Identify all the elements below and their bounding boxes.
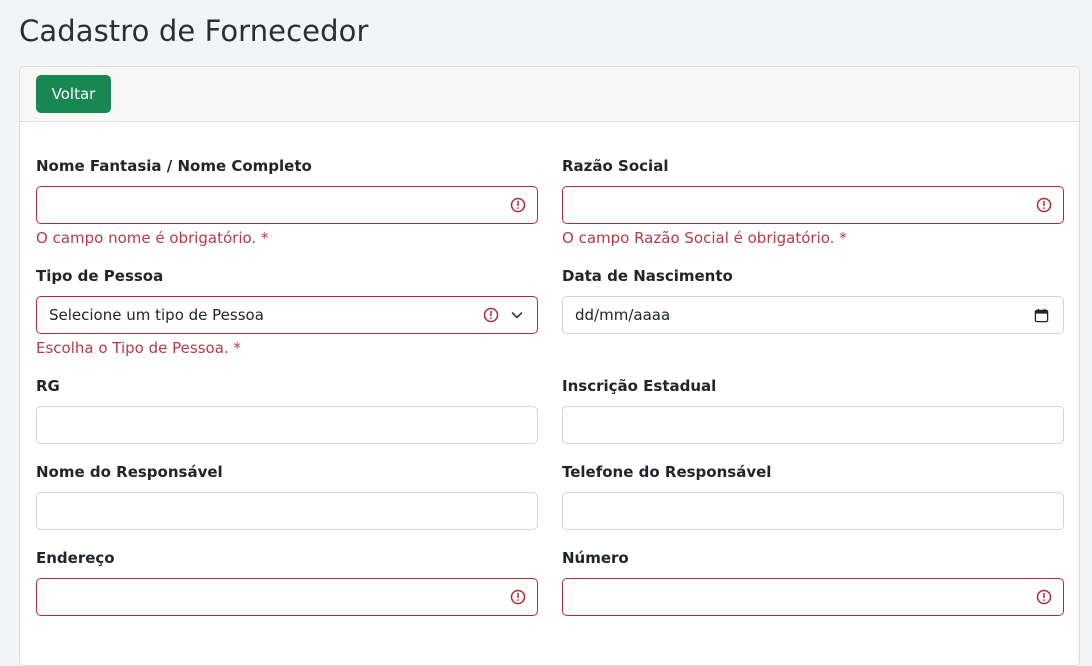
razao-error: O campo Razão Social é obrigatório. * [562, 229, 847, 247]
ie-input[interactable] [562, 406, 1064, 444]
razao-field: Razão Social O campo Razão Social é obri… [562, 156, 1064, 248]
nascimento-field: Data de Nascimento dd/mm/aaaa [562, 266, 1064, 334]
form-card: Voltar Nome Fantasia / Nome Completo O c… [19, 66, 1080, 666]
alert-circle-icon [483, 307, 499, 323]
page-title: Cadastro de Fornecedor [19, 14, 369, 48]
nascimento-label: Data de Nascimento [562, 267, 733, 285]
numero-input[interactable] [562, 578, 1064, 616]
endereco-label: Endereço [36, 549, 115, 567]
razao-label: Razão Social [562, 157, 669, 175]
calendar-icon[interactable] [1034, 308, 1049, 323]
razao-input[interactable] [562, 186, 1064, 224]
telefone-label: Telefone do Responsável [562, 463, 772, 481]
telefone-field: Telefone do Responsável [562, 462, 1064, 530]
responsavel-label: Nome do Responsável [36, 463, 223, 481]
tipo-field: Tipo de Pessoa Selecione um tipo de Pess… [36, 266, 538, 358]
tipo-error: Escolha o Tipo de Pessoa. * [36, 339, 241, 357]
endereco-field: Endereço [36, 548, 538, 616]
responsavel-input[interactable] [36, 492, 538, 530]
ie-field: Inscrição Estadual [562, 376, 1064, 444]
numero-field: Número [562, 548, 1064, 616]
back-button[interactable]: Voltar [36, 75, 111, 113]
nome-error: O campo nome é obrigatório. * [36, 229, 269, 247]
nome-input[interactable] [36, 186, 538, 224]
chevron-down-icon [511, 312, 523, 319]
card-header: Voltar [20, 67, 1079, 122]
nome-label: Nome Fantasia / Nome Completo [36, 157, 312, 175]
nascimento-date-input[interactable]: dd/mm/aaaa [562, 296, 1064, 334]
responsavel-field: Nome do Responsável [36, 462, 538, 530]
telefone-input[interactable] [562, 492, 1064, 530]
rg-input[interactable] [36, 406, 538, 444]
rg-field: RG [36, 376, 538, 444]
nome-field: Nome Fantasia / Nome Completo O campo no… [36, 156, 538, 248]
endereco-input[interactable] [36, 578, 538, 616]
numero-label: Número [562, 549, 629, 567]
tipo-label: Tipo de Pessoa [36, 267, 164, 285]
rg-label: RG [36, 377, 60, 395]
alert-circle-icon [510, 197, 526, 213]
alert-circle-icon [510, 589, 526, 605]
alert-circle-icon [1036, 197, 1052, 213]
ie-label: Inscrição Estadual [562, 377, 717, 395]
tipo-select[interactable]: Selecione um tipo de Pessoa [36, 296, 538, 334]
alert-circle-icon [1036, 589, 1052, 605]
